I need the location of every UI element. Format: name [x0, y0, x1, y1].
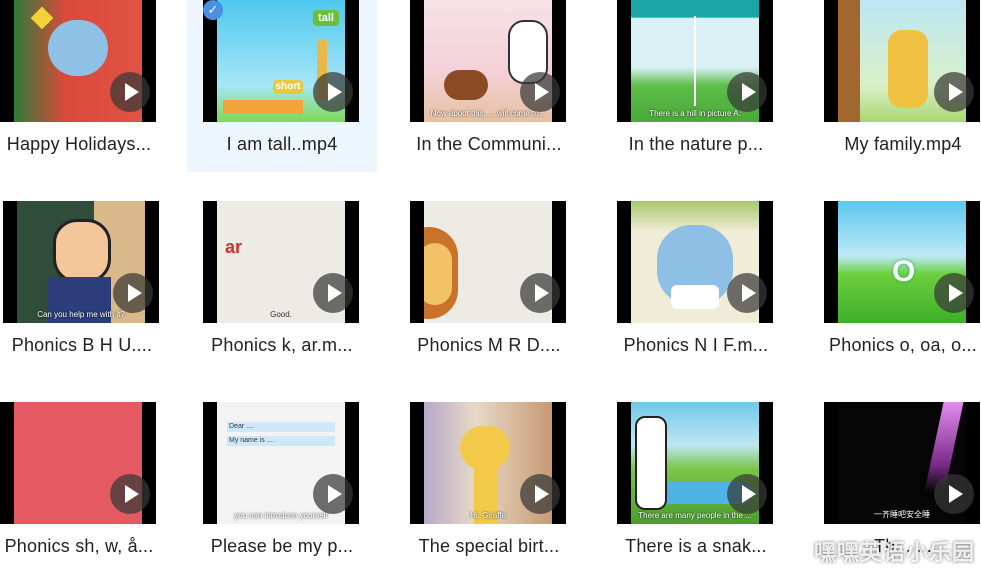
file-tile[interactable]: There are many people in the ... There i… [601, 402, 791, 574]
file-name[interactable]: Phonics M R D.... [394, 335, 584, 356]
file-tile[interactable]: Hi, Giraffe The special birt... [394, 402, 584, 574]
play-icon[interactable] [313, 474, 353, 514]
file-tile[interactable]: Happy Holidays... [0, 0, 174, 172]
video-thumbnail[interactable]: ar Good. [203, 201, 359, 323]
play-icon[interactable] [727, 72, 767, 112]
file-tile-selected[interactable]: tall short ✓ I am tall..mp4 [187, 0, 377, 172]
file-tile[interactable]: Phonics M R D.... [394, 201, 584, 373]
file-name[interactable]: Phonics sh, w, å... [0, 536, 174, 557]
file-tile[interactable]: My family.mp4 [808, 0, 981, 172]
video-thumbnail[interactable]: Can you help me with it? [3, 201, 159, 323]
play-icon[interactable] [110, 72, 150, 112]
file-name[interactable]: In the Communi... [394, 134, 584, 155]
file-name[interactable]: In the nature p... [601, 134, 791, 155]
video-thumbnail[interactable]: tall short ✓ [203, 0, 359, 122]
play-icon[interactable] [727, 273, 767, 313]
play-icon[interactable] [520, 273, 560, 313]
video-thumbnail[interactable]: There is a hill in picture A. [617, 0, 773, 122]
file-name[interactable]: The special birt... [394, 536, 584, 557]
file-name[interactable]: Please be my p... [187, 536, 377, 557]
file-tile[interactable]: Can you help me with it? Phonics B H U..… [0, 201, 177, 373]
file-name[interactable]: Phonics B H U.... [0, 335, 177, 356]
file-name[interactable]: My family.mp4 [808, 134, 981, 155]
file-name[interactable]: I am tall..mp4 [187, 134, 377, 155]
watermark: 嘿嘿英语小乐园 [813, 540, 975, 565]
file-tile[interactable]: Now about this, ... will come to... In t… [394, 0, 584, 172]
play-icon[interactable] [934, 273, 974, 313]
video-thumbnail[interactable]: There are many people in the ... [617, 402, 773, 524]
file-tile[interactable]: ar Good. Phonics k, ar.m... [187, 201, 377, 373]
video-thumbnail[interactable]: O [824, 201, 980, 323]
file-name[interactable]: Phonics N I F.m... [601, 335, 791, 356]
video-thumbnail[interactable] [410, 201, 566, 323]
video-thumbnail[interactable]: Hi, Giraffe [410, 402, 566, 524]
play-icon[interactable] [934, 72, 974, 112]
file-name[interactable]: There is a snak... [601, 536, 791, 557]
file-name[interactable]: Happy Holidays... [0, 134, 174, 155]
video-thumbnail[interactable] [0, 0, 156, 122]
play-icon[interactable] [110, 474, 150, 514]
play-icon[interactable] [934, 474, 974, 514]
file-tile[interactable]: O Phonics o, oa, o... [808, 201, 981, 373]
video-thumbnail[interactable] [617, 201, 773, 323]
file-name[interactable]: Phonics o, oa, o... [808, 335, 981, 356]
video-thumbnail[interactable]: 一齐睡吧安全睡 [824, 402, 980, 524]
check-icon[interactable]: ✓ [203, 0, 223, 20]
video-thumbnail[interactable]: Dear .... My name is .... you can introd… [203, 402, 359, 524]
file-name[interactable]: Phonics k, ar.m... [187, 335, 377, 356]
video-thumbnail[interactable]: Now about this, ... will come to... [410, 0, 566, 122]
play-icon[interactable] [727, 474, 767, 514]
video-thumbnail[interactable] [824, 0, 980, 122]
play-icon[interactable] [520, 474, 560, 514]
video-thumbnail[interactable] [0, 402, 156, 524]
file-tile[interactable]: Dear .... My name is .... you can introd… [187, 402, 377, 574]
file-tile[interactable]: Phonics sh, w, å... [0, 402, 174, 574]
play-icon[interactable] [113, 273, 153, 313]
play-icon[interactable] [313, 273, 353, 313]
file-tile[interactable]: There is a hill in picture A. In the nat… [601, 0, 791, 172]
play-icon[interactable] [520, 72, 560, 112]
play-icon[interactable] [313, 72, 353, 112]
file-tile[interactable]: Phonics N I F.m... [601, 201, 791, 373]
